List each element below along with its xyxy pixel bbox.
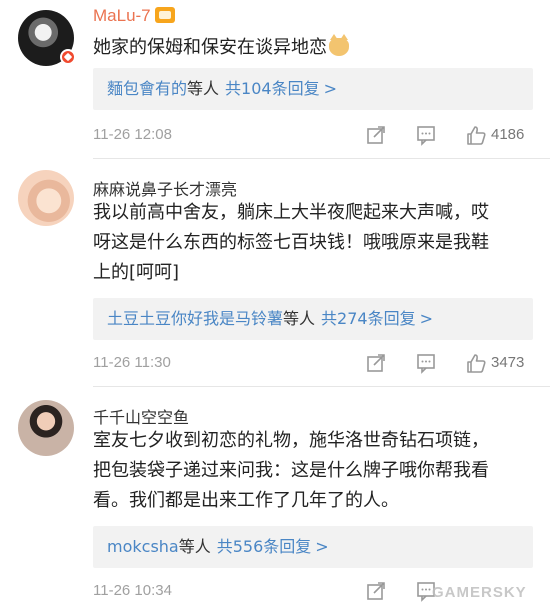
reply-summary[interactable]: 土豆土豆你好我是马铃薯等人 共274条回复 >	[93, 298, 533, 340]
divider	[93, 386, 550, 387]
chevron-right-icon: >	[323, 79, 337, 98]
reply-count-link[interactable]: 共556条回复	[217, 537, 312, 556]
like-count: 3473	[491, 354, 525, 371]
comment-text: 室友七夕收到初恋的礼物，施华洛世奇钻石项链， 把包装袋子递过来问我：这是什么牌子…	[93, 430, 489, 511]
repost-icon[interactable]	[365, 580, 387, 602]
reply-user-link[interactable]: mokcsha	[107, 537, 179, 556]
like-icon[interactable]	[465, 352, 487, 374]
avatar[interactable]	[18, 170, 74, 226]
comment-text: 她家的保姆和保安在谈异地恋	[93, 33, 533, 63]
comment-icon[interactable]	[415, 124, 437, 146]
comment-meta: 11-26 11:30 3473	[93, 352, 533, 376]
verified-badge-icon	[60, 49, 76, 65]
avatar[interactable]	[18, 400, 74, 456]
like-count: 4186	[491, 126, 525, 143]
timestamp: 11-26 10:34	[93, 582, 172, 599]
comment-username[interactable]: 麻麻说鼻子长才漂亮	[93, 176, 237, 200]
chevron-right-icon: >	[419, 309, 433, 328]
like-icon[interactable]	[465, 124, 487, 146]
chevron-right-icon: >	[315, 537, 329, 556]
reply-user-link[interactable]: 麵包會有的	[107, 79, 187, 98]
vip-crown-icon	[154, 7, 175, 23]
comment-username[interactable]: MaLu-7	[93, 6, 175, 26]
reply-summary[interactable]: 麵包會有的等人 共104条回复 >	[93, 68, 533, 110]
reply-count-link[interactable]: 共274条回复	[321, 309, 416, 328]
reply-user-link[interactable]: 土豆土豆你好我是马铃薯	[107, 309, 283, 328]
timestamp: 11-26 11:30	[93, 354, 171, 371]
comment-username[interactable]: 千千山空空鱼	[93, 404, 189, 428]
watermark: GAMERSKY	[432, 584, 527, 601]
comment-meta: 11-26 12:08 4186	[93, 124, 533, 148]
cat-emoji-icon	[329, 34, 349, 56]
repost-icon[interactable]	[365, 352, 387, 374]
repost-icon[interactable]	[365, 124, 387, 146]
comment-icon[interactable]	[415, 352, 437, 374]
timestamp: 11-26 12:08	[93, 126, 172, 143]
reply-summary[interactable]: mokcsha等人 共556条回复 >	[93, 526, 533, 568]
divider	[93, 158, 550, 159]
comment-text: 我以前高中舍友，躺床上大半夜爬起来大声喊，哎 呀这是什么东西的标签七百块钱！哦哦…	[93, 202, 489, 283]
reply-count-link[interactable]: 共104条回复	[225, 79, 320, 98]
